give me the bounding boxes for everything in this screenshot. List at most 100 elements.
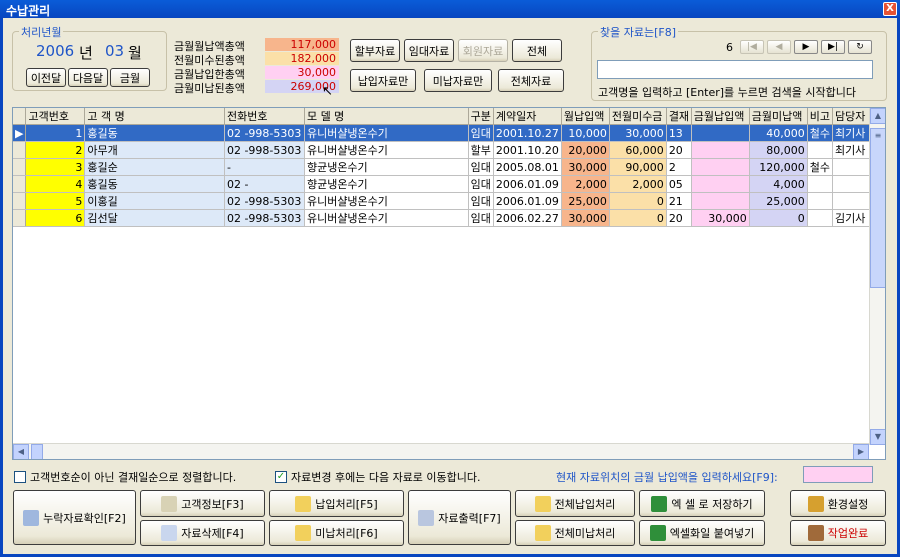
- table-cell[interactable]: 임대: [468, 175, 494, 193]
- column-header[interactable]: 금월미납액: [749, 108, 808, 125]
- all-filter-button[interactable]: 전체: [512, 39, 562, 62]
- sort-by-payment-day-checkbox[interactable]: 고객번호순이 아닌 결재일순으로 정렬합니다.: [14, 469, 236, 485]
- table-cell[interactable]: 6: [25, 209, 86, 227]
- row-selector[interactable]: [13, 158, 27, 176]
- scroll-left-icon[interactable]: ◀: [13, 444, 29, 459]
- table-cell[interactable]: 120,000: [749, 158, 808, 176]
- table-cell[interactable]: 30,000: [691, 209, 750, 227]
- table-cell[interactable]: 2006.02.27: [493, 209, 562, 227]
- table-cell[interactable]: 이홍길: [84, 192, 225, 210]
- table-row[interactable]: 3 홍길순 - 향균냉온수기 임대 2005.08.01 30,000 90,000 2 120,…: [13, 158, 885, 176]
- table-cell[interactable]: 30,000: [561, 209, 610, 227]
- scroll-right-icon[interactable]: ▶: [853, 444, 869, 459]
- table-cell[interactable]: 05: [666, 175, 692, 193]
- table-cell[interactable]: 30,000: [561, 158, 610, 176]
- table-cell[interactable]: 0: [609, 209, 667, 227]
- prev-month-button[interactable]: 이전달: [26, 68, 66, 87]
- row-selector[interactable]: [13, 192, 27, 210]
- table-cell[interactable]: 02 -998-5303: [224, 141, 305, 159]
- prev-record-icon[interactable]: ◀: [767, 40, 791, 54]
- table-cell[interactable]: 60,000: [609, 141, 667, 159]
- table-cell[interactable]: 철수: [807, 124, 833, 142]
- pay-process-button[interactable]: 납입처리[F5]: [269, 490, 404, 517]
- table-row[interactable]: 6 김선달 02 -998-5303 유니버샬냉온수기 임대 2006.02.27 30,0…: [13, 209, 885, 227]
- table-cell[interactable]: 2005.08.01: [493, 158, 562, 176]
- installment-filter-button[interactable]: 할부자료: [350, 39, 400, 62]
- table-row[interactable]: 4 홍길동 02 - 향균냉온수기 임대 2006.01.09 2,000 2,000 05 4,…: [13, 175, 885, 193]
- save-excel-button[interactable]: 엑 셀 로 저장하기: [639, 490, 765, 517]
- table-cell[interactable]: 임대: [468, 209, 494, 227]
- unpaid-process-button[interactable]: 미납처리[F6]: [269, 520, 404, 546]
- table-cell[interactable]: 임대: [468, 158, 494, 176]
- table-cell[interactable]: 25,000: [749, 192, 808, 210]
- table-cell[interactable]: 임대: [468, 124, 494, 142]
- column-header[interactable]: 고 객 명: [84, 108, 225, 125]
- table-cell[interactable]: 90,000: [609, 158, 667, 176]
- table-cell[interactable]: 유니버샬냉온수기: [304, 192, 469, 210]
- move-next-checkbox[interactable]: ✓ 자료변경 후에는 다음 자료로 이동합니다.: [275, 469, 481, 485]
- table-cell[interactable]: [807, 141, 833, 159]
- table-cell[interactable]: 02 -998-5303: [224, 209, 305, 227]
- next-record-icon[interactable]: ▶: [794, 40, 818, 54]
- table-cell[interactable]: 20: [666, 141, 692, 159]
- table-cell[interactable]: 2001.10.20: [493, 141, 562, 159]
- column-header[interactable]: 전월미수금: [609, 108, 667, 125]
- table-cell[interactable]: 2: [25, 141, 86, 159]
- next-month-button[interactable]: 다음달: [68, 68, 108, 87]
- table-row[interactable]: 2 아무개 02 -998-5303 유니버샬냉온수기 할부 2001.10.20 20,0…: [13, 141, 885, 159]
- table-cell[interactable]: 유니버샬냉온수기: [304, 124, 469, 142]
- table-cell[interactable]: 10,000: [561, 124, 610, 142]
- first-record-icon[interactable]: |◀: [740, 40, 764, 54]
- table-cell[interactable]: [807, 209, 833, 227]
- table-cell[interactable]: 유니버샬냉온수기: [304, 209, 469, 227]
- table-cell[interactable]: 할부: [468, 141, 494, 159]
- table-cell[interactable]: 홍길순: [84, 158, 225, 176]
- current-month-button[interactable]: 금월: [110, 68, 150, 87]
- horizontal-scroll-thumb[interactable]: [31, 444, 43, 459]
- column-header[interactable]: 고객번호: [25, 108, 86, 125]
- table-cell[interactable]: 2006.01.09: [493, 192, 562, 210]
- table-cell[interactable]: 김선달: [84, 209, 225, 227]
- missing-check-button[interactable]: 누락자료확인[F2]: [13, 490, 136, 545]
- table-cell[interactable]: 향균냉온수기: [304, 158, 469, 176]
- table-cell[interactable]: [807, 192, 833, 210]
- column-header[interactable]: 월납입액: [561, 108, 610, 125]
- column-header[interactable]: 계약일자: [493, 108, 562, 125]
- table-cell[interactable]: 80,000: [749, 141, 808, 159]
- column-header[interactable]: 금월납입액: [691, 108, 750, 125]
- scroll-up-icon[interactable]: ▲: [870, 108, 885, 124]
- table-cell[interactable]: 3: [25, 158, 86, 176]
- table-cell[interactable]: 홍길동: [84, 124, 225, 142]
- table-cell[interactable]: 2,000: [561, 175, 610, 193]
- table-cell[interactable]: 2,000: [609, 175, 667, 193]
- close-button[interactable]: X: [883, 2, 897, 16]
- table-cell[interactable]: 4,000: [749, 175, 808, 193]
- table-cell[interactable]: 0: [749, 209, 808, 227]
- column-header[interactable]: 모 델 명: [304, 108, 469, 125]
- table-cell[interactable]: [691, 141, 750, 159]
- table-cell[interactable]: 임대: [468, 192, 494, 210]
- column-header[interactable]: 결재: [666, 108, 692, 125]
- table-cell[interactable]: 21: [666, 192, 692, 210]
- table-cell[interactable]: 40,000: [749, 124, 808, 142]
- rental-filter-button[interactable]: 임대자료: [404, 39, 454, 62]
- table-cell[interactable]: 0: [609, 192, 667, 210]
- table-cell[interactable]: 아무개: [84, 141, 225, 159]
- table-cell[interactable]: [691, 175, 750, 193]
- finish-button[interactable]: 작업완료: [790, 520, 886, 546]
- row-selector[interactable]: [13, 175, 27, 193]
- refresh-icon[interactable]: ↻: [848, 40, 872, 54]
- table-cell[interactable]: 20: [666, 209, 692, 227]
- row-selector[interactable]: [13, 141, 27, 159]
- table-cell[interactable]: [691, 158, 750, 176]
- table-cell[interactable]: 1: [25, 124, 86, 142]
- table-cell[interactable]: [691, 124, 750, 142]
- table-cell[interactable]: 2: [666, 158, 692, 176]
- table-cell[interactable]: 홍길동: [84, 175, 225, 193]
- customer-search-input[interactable]: [597, 60, 873, 79]
- all-unpaid-button[interactable]: 전체미납처리: [515, 520, 635, 546]
- customer-info-button[interactable]: 고객정보[F3]: [140, 490, 265, 517]
- payment-amount-input[interactable]: [803, 466, 873, 483]
- table-cell[interactable]: 향균냉온수기: [304, 175, 469, 193]
- table-cell[interactable]: [691, 192, 750, 210]
